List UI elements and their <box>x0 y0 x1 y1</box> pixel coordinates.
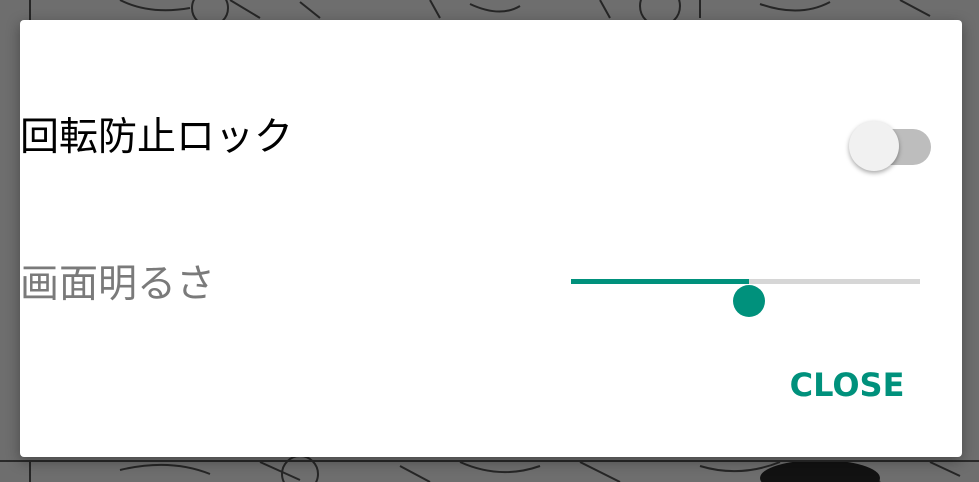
toggle-thumb <box>849 121 899 171</box>
close-button[interactable]: CLOSE <box>772 360 922 410</box>
brightness-slider[interactable] <box>565 260 925 317</box>
slider-thumb[interactable] <box>733 285 765 317</box>
rotation-lock-toggle[interactable] <box>849 111 933 171</box>
brightness-label: 画面明るさ <box>20 262 216 307</box>
settings-dialog: 回転防止ロック 画面明るさ CLOSE <box>20 20 962 457</box>
rotation-lock-label: 回転防止ロック <box>20 115 294 160</box>
slider-track <box>571 279 920 317</box>
slider-fill <box>571 279 749 284</box>
